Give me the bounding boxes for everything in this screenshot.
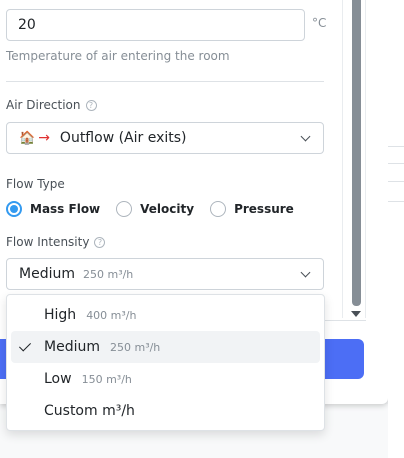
air-direction-select[interactable]: 🏠 → Outflow (Air exits)	[6, 122, 324, 154]
flow-intensity-value: Medium	[19, 266, 75, 282]
right-column-divider	[388, 163, 404, 164]
flow-intensity-subvalue: 250 m³/h	[82, 267, 134, 281]
air-direction-label: Air Direction ?	[6, 98, 97, 112]
flow-intensity-label: Flow Intensity ?	[6, 235, 106, 249]
scroll-down-arrow-icon[interactable]	[351, 311, 361, 317]
temperature-unit: °C	[312, 16, 327, 30]
radio-button[interactable]	[210, 201, 227, 217]
option-custom[interactable]: Custom m³/h	[11, 395, 320, 427]
direction-icons: 🏠 →	[19, 130, 50, 146]
scroll-divider	[322, 320, 366, 321]
check-icon	[18, 339, 32, 352]
option-low[interactable]: Low 150 m³/h	[11, 363, 320, 395]
chevron-down-icon	[300, 267, 311, 278]
help-icon[interactable]: ?	[94, 236, 106, 248]
radio-mass-flow[interactable]: Mass Flow	[6, 201, 100, 217]
chevron-down-icon	[300, 131, 311, 142]
radio-pressure[interactable]: Pressure	[210, 201, 294, 217]
option-medium[interactable]: Medium 250 m³/h	[11, 331, 320, 363]
right-column-divider	[388, 146, 404, 147]
radio-button[interactable]	[116, 201, 133, 217]
house-icon: 🏠	[19, 130, 36, 146]
flow-intensity-dropdown: High 400 m³/h Medium 250 m³/h Low 150 m³…	[6, 294, 325, 431]
temperature-input[interactable]: 20	[6, 9, 305, 41]
help-icon[interactable]: ?	[85, 99, 97, 111]
flow-type-radio-group: Mass Flow Velocity Pressure	[6, 201, 310, 217]
right-column	[388, 0, 404, 458]
scrollbar-thumb[interactable]	[352, 0, 361, 306]
air-direction-value: Outflow (Air exits)	[59, 130, 187, 146]
temperature-hint: Temperature of air entering the room	[6, 49, 230, 63]
flow-type-label: Flow Type	[6, 177, 65, 191]
right-column-divider	[388, 201, 404, 202]
arrow-right-icon: →	[38, 130, 50, 146]
flow-intensity-select[interactable]: Medium 250 m³/h	[6, 258, 324, 290]
radio-velocity[interactable]: Velocity	[116, 201, 194, 217]
option-high[interactable]: High 400 m³/h	[11, 299, 320, 331]
radio-button[interactable]	[6, 201, 22, 217]
right-column-divider	[388, 181, 404, 182]
section-divider	[6, 81, 324, 82]
